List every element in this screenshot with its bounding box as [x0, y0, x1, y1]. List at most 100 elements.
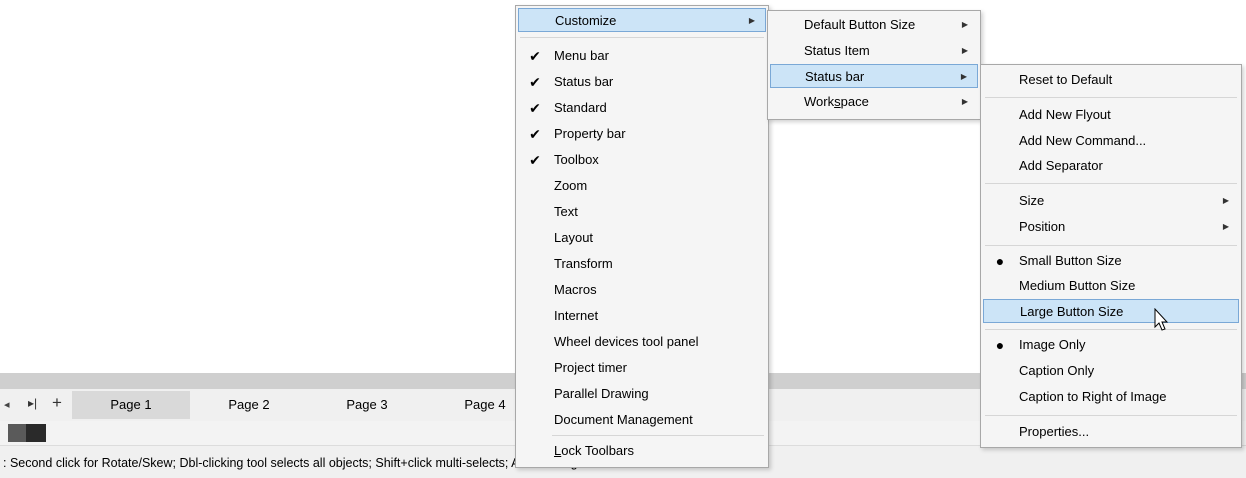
small-label: Small Button Size [1019, 253, 1122, 268]
toolbar-label: Menu bar [554, 48, 609, 63]
customize-label: Customize [555, 13, 617, 28]
menu-item-lock-toolbars[interactable]: Lock Toolbars [518, 439, 766, 463]
status-hint-text: : Second click for Rotate/Skew; Dbl-clic… [3, 456, 584, 470]
menu-item-position[interactable]: Position ▶ [983, 215, 1239, 239]
menu-separator [985, 415, 1237, 416]
submenu-arrow-icon: ▶ [1222, 222, 1229, 231]
properties-label: Properties... [1019, 424, 1090, 439]
submenu-arrow-icon: ▶ [1222, 196, 1229, 205]
status-bar-label: Status bar [805, 69, 865, 84]
toolbar-label: Document Management [554, 412, 693, 427]
menu-separator [520, 37, 764, 38]
toolbar-label: Text [554, 204, 578, 219]
checkmark-icon: ✔ [529, 100, 541, 116]
default-button-size-label: Default Button Size [804, 17, 916, 32]
position-label: Position [1019, 219, 1066, 234]
mouse-pointer-icon [1154, 308, 1169, 331]
menu-separator [985, 97, 1237, 98]
caption-only-label: Caption Only [1019, 363, 1095, 378]
menu-item-image-only[interactable]: ● Image Only [983, 333, 1239, 357]
menu-item-status-bar[interactable]: Status bar ▶ [770, 64, 978, 88]
reset-label: Reset to Default [1019, 72, 1113, 87]
menu-item-reset-to-default[interactable]: Reset to Default [983, 68, 1239, 92]
toolbar-label: Transform [554, 256, 613, 271]
menu-item-toolbar[interactable]: Internet [518, 304, 766, 328]
color-swatch[interactable] [26, 424, 46, 442]
menu-item-toolbar[interactable]: Macros [518, 278, 766, 302]
menu-item-toolbar[interactable]: Text [518, 200, 766, 224]
submenu-arrow-icon: ▶ [961, 20, 968, 29]
previous-page-icon[interactable]: ◂ [4, 398, 10, 411]
menu-item-toolbar[interactable]: ✔ Toolbox [518, 148, 766, 172]
menu-item-toolbar[interactable]: Wheel devices tool panel [518, 330, 766, 354]
menu-item-toolbar[interactable]: Project timer [518, 356, 766, 380]
menu-separator [552, 435, 764, 436]
toolbar-label: Wheel devices tool panel [554, 334, 699, 349]
last-page-icon[interactable]: ▸| [28, 396, 37, 410]
menu-item-add-new-command[interactable]: Add New Command... [983, 129, 1239, 153]
menu-item-add-new-flyout[interactable]: Add New Flyout [983, 103, 1239, 127]
checkmark-icon: ✔ [529, 152, 541, 168]
add-page-icon[interactable]: + [52, 393, 62, 413]
workspace-label: Workspace [804, 94, 869, 109]
menu-item-workspace[interactable]: Workspace ▶ [770, 90, 978, 114]
menu-separator [985, 183, 1237, 184]
toolbar-label: Macros [554, 282, 597, 297]
toolbar-label: Status bar [554, 74, 614, 89]
menu-item-caption-to-right[interactable]: Caption to Right of Image [983, 385, 1239, 409]
toolbar-label: Layout [554, 230, 594, 245]
menu-item-toolbar[interactable]: ✔ Menu bar [518, 44, 766, 68]
caption-right-label: Caption to Right of Image [1019, 389, 1167, 404]
menu-item-properties[interactable]: Properties... [983, 420, 1239, 444]
page-tab-2[interactable]: Page 2 [190, 391, 308, 419]
size-label: Size [1019, 193, 1045, 208]
menu-item-toolbar[interactable]: Document Management [518, 408, 766, 432]
toolbar-label: Internet [554, 308, 599, 323]
checkmark-icon: ✔ [529, 48, 541, 64]
add-command-label: Add New Command... [1019, 133, 1147, 148]
menu-item-customize[interactable]: Customize ▶ [518, 8, 766, 32]
submenu-arrow-icon: ▶ [961, 97, 968, 106]
submenu-arrow-icon: ▶ [961, 46, 968, 55]
toolbar-label: Project timer [554, 360, 627, 375]
radio-dot-icon: ● [995, 253, 1005, 269]
menu-item-status-item[interactable]: Status Item ▶ [770, 39, 978, 63]
page-tab-1[interactable]: Page 1 [72, 391, 190, 419]
toolbar-label: Toolbox [554, 152, 599, 167]
color-swatch[interactable] [8, 424, 26, 442]
toolbar-label: Parallel Drawing [554, 386, 649, 401]
menu-item-size[interactable]: Size ▶ [983, 189, 1239, 213]
page-tab-3[interactable]: Page 3 [308, 391, 426, 419]
menu-item-toolbar[interactable]: ✔ Status bar [518, 70, 766, 94]
menu-item-small-button-size[interactable]: ● Small Button Size [983, 249, 1239, 273]
menu-item-default-button-size[interactable]: Default Button Size ▶ [770, 13, 978, 37]
add-flyout-label: Add New Flyout [1019, 107, 1111, 122]
menu-item-toolbar[interactable]: Layout [518, 226, 766, 250]
image-only-label: Image Only [1019, 337, 1086, 352]
menu-item-toolbar[interactable]: Zoom [518, 174, 766, 198]
menu-item-large-button-size[interactable]: Large Button Size [983, 299, 1239, 323]
menu-separator [985, 245, 1237, 246]
toolbar-label: Property bar [554, 126, 626, 141]
radio-dot-icon: ● [995, 337, 1005, 353]
status-bar-submenu: Reset to Default Add New Flyout Add New … [980, 64, 1242, 448]
menu-item-toolbar[interactable]: ✔ Standard [518, 96, 766, 120]
toolbar-label: Zoom [554, 178, 588, 193]
submenu-arrow-icon: ▶ [960, 72, 967, 81]
submenu-arrow-icon: ▶ [748, 16, 755, 25]
menu-separator [985, 329, 1237, 330]
checkmark-icon: ✔ [529, 74, 541, 90]
menu-item-toolbar[interactable]: ✔ Property bar [518, 122, 766, 146]
add-separator-label: Add Separator [1019, 158, 1103, 173]
checkmark-icon: ✔ [529, 126, 541, 142]
menu-item-toolbar[interactable]: Parallel Drawing [518, 382, 766, 406]
menu-item-add-separator[interactable]: Add Separator [983, 154, 1239, 178]
menu-item-caption-only[interactable]: Caption Only [983, 359, 1239, 383]
customize-submenu: Default Button Size ▶ Status Item ▶ Stat… [767, 10, 981, 120]
lock-toolbars-label: Lock Toolbars [554, 443, 634, 458]
toolbars-context-menu: Customize ▶ ✔ Menu bar ✔ Status bar ✔ Standar… [515, 5, 769, 468]
status-item-label: Status Item [804, 43, 870, 58]
large-label: Large Button Size [1020, 304, 1124, 319]
menu-item-toolbar[interactable]: Transform [518, 252, 766, 276]
menu-item-medium-button-size[interactable]: Medium Button Size [983, 274, 1239, 298]
